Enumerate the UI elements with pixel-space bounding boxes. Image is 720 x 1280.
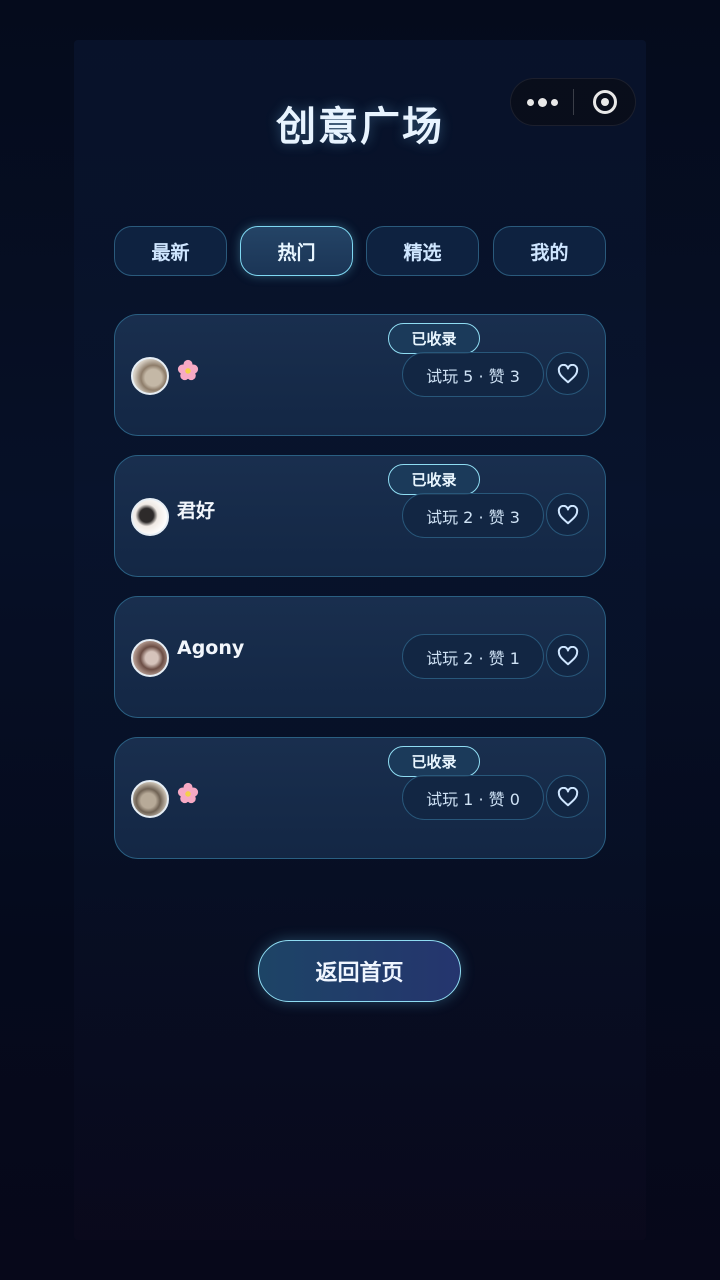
flower-icon [177,359,199,381]
heart-icon [557,504,578,524]
tab-latest[interactable]: 最新 [114,226,227,276]
included-badge: 已收录 [388,746,480,777]
back-home-button[interactable]: 返回首页 [258,940,461,1002]
play-like-stats: 试玩 5 · 赞 3 [402,352,544,397]
tab-mine[interactable]: 我的 [493,226,606,276]
tab-hot[interactable]: 热门 [240,226,353,276]
avatar [131,639,169,677]
included-badge: 已收录 [388,464,480,495]
play-like-stats: 试玩 2 · 赞 3 [402,493,544,538]
avatar [131,780,169,818]
heart-icon [557,786,578,806]
like-button[interactable] [546,634,589,677]
avatar [131,357,169,395]
tab-bar: 最新 热门 精选 我的 [114,226,606,276]
included-badge: 已收录 [388,323,480,354]
creation-card[interactable]: Agony 试玩 2 · 赞 1 [114,596,606,718]
close-icon[interactable] [574,79,635,125]
like-button[interactable] [546,493,589,536]
mini-program-capsule [510,78,636,126]
author-name: 君好 [177,500,216,522]
avatar [131,498,169,536]
screen: 创意广场 最新 热门 精选 我的 已收录 试玩 5 · 赞 3 君好 已收录 试… [0,0,720,1280]
author-name: Agony [177,637,245,659]
creation-card[interactable]: 已收录 试玩 1 · 赞 0 [114,737,606,859]
play-like-stats: 试玩 1 · 赞 0 [402,775,544,820]
tab-featured[interactable]: 精选 [366,226,479,276]
more-icon[interactable] [511,79,573,125]
like-button[interactable] [546,352,589,395]
play-like-stats: 试玩 2 · 赞 1 [402,634,544,679]
flower-icon [177,782,199,804]
like-button[interactable] [546,775,589,818]
heart-icon [557,363,578,383]
creation-card[interactable]: 已收录 试玩 5 · 赞 3 [114,314,606,436]
creation-card[interactable]: 君好 已收录 试玩 2 · 赞 3 [114,455,606,577]
heart-icon [557,645,578,665]
